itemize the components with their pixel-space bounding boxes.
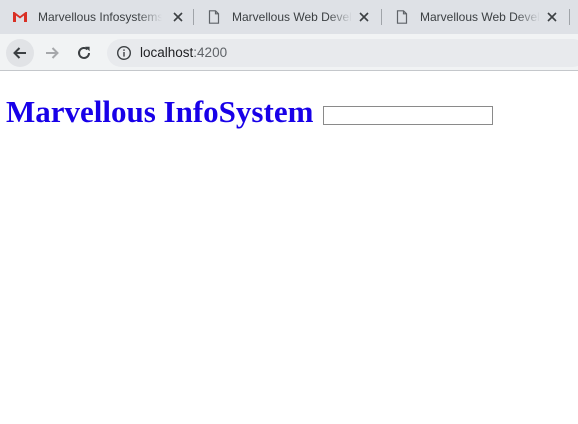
text-input[interactable] [323,106,493,125]
reload-button[interactable] [70,39,98,67]
tab-marvellous-infosystems[interactable]: Marvellous Infosystems [0,0,192,34]
url-port: :4200 [193,45,228,60]
forward-button[interactable] [38,39,66,67]
browser-toolbar: localhost:4200 [0,34,578,71]
tab-strip: Marvellous Infosystems Marvellous Web De… [0,0,578,34]
info-icon[interactable] [116,45,132,61]
reload-icon [76,45,92,61]
tab-separator [569,9,570,25]
url-text: localhost:4200 [140,45,227,61]
url-host: localhost [140,45,194,60]
document-icon [394,10,410,24]
close-tab-icon[interactable] [544,9,560,25]
back-arrow-icon [12,45,28,61]
tab-title: Marvellous Web Development [420,10,540,24]
document-icon [206,10,222,24]
tab-marvellous-web-development-1[interactable]: Marvellous Web Development [194,0,380,34]
tab-title: Marvellous Web Development [232,10,352,24]
back-button[interactable] [6,39,34,67]
close-tab-icon[interactable] [356,9,372,25]
page-content: Marvellous InfoSystem [0,71,578,424]
forward-arrow-icon [44,45,60,61]
page-title: Marvellous InfoSystem [6,94,314,129]
tab-title: Marvellous Infosystems [38,10,162,24]
address-bar[interactable]: localhost:4200 [107,39,578,67]
tab-marvellous-web-development-2[interactable]: Marvellous Web Development [382,0,568,34]
close-tab-icon[interactable] [170,9,186,25]
gmail-icon [12,10,28,24]
